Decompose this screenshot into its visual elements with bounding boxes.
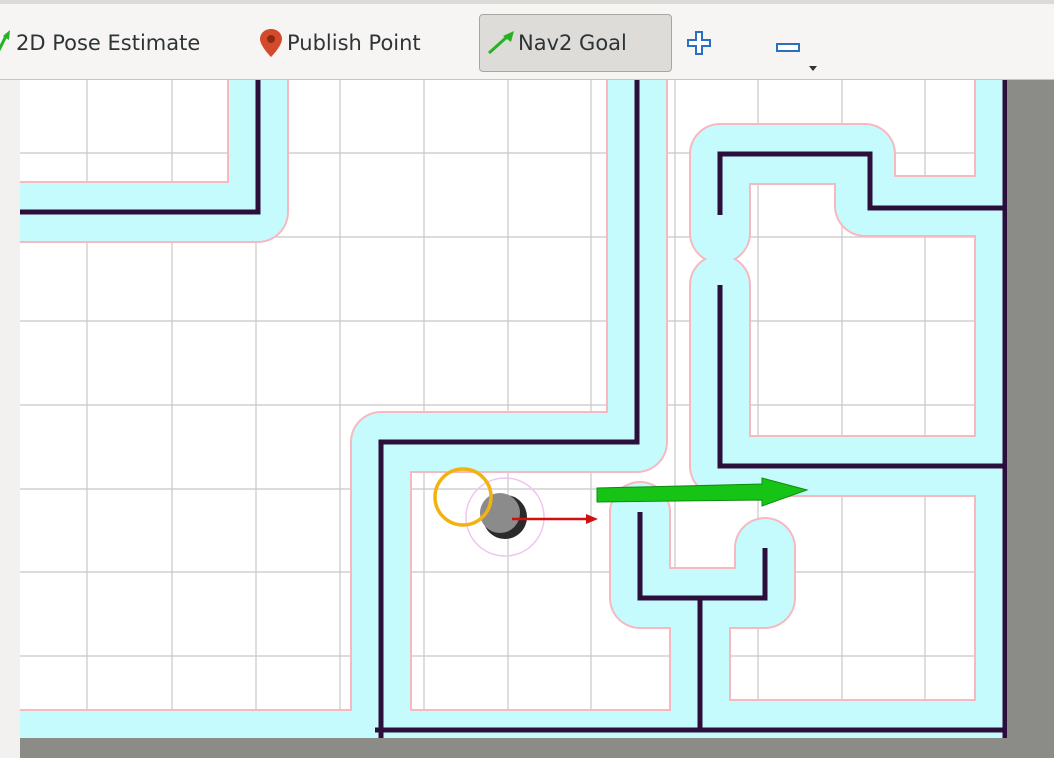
zoom-in-button[interactable]: [682, 14, 716, 72]
minus-icon: [775, 36, 801, 52]
unknown-area-bottom: [20, 738, 1054, 758]
robot-footprint-ring: [433, 467, 493, 527]
tool-2d-pose-estimate[interactable]: 2D Pose Estimate: [0, 14, 219, 72]
window-left-margin: [0, 80, 20, 758]
pose-arrow-icon: [0, 28, 16, 58]
map-pin-icon: [257, 27, 287, 59]
zoom-out-button[interactable]: [775, 14, 827, 72]
tool-label: 2D Pose Estimate: [16, 31, 201, 55]
goal-arrow-icon: [484, 27, 518, 59]
robot: [433, 467, 598, 557]
rviz-toolbar: 2D Pose Estimate Publish Point Nav2 Goal: [0, 0, 1054, 80]
dropdown-arrow-icon[interactable]: [808, 54, 818, 71]
map-viewport[interactable]: [20, 80, 1054, 758]
map-canvas: [20, 80, 1054, 758]
tool-label: Nav2 Goal: [518, 31, 627, 55]
tool-label: Publish Point: [287, 31, 421, 55]
toolbar-top-border: [0, 0, 1054, 4]
plus-icon: [686, 30, 712, 56]
unknown-area-right: [1007, 80, 1054, 758]
tool-nav2-goal[interactable]: Nav2 Goal: [479, 14, 672, 72]
tool-publish-point[interactable]: Publish Point: [257, 14, 457, 72]
